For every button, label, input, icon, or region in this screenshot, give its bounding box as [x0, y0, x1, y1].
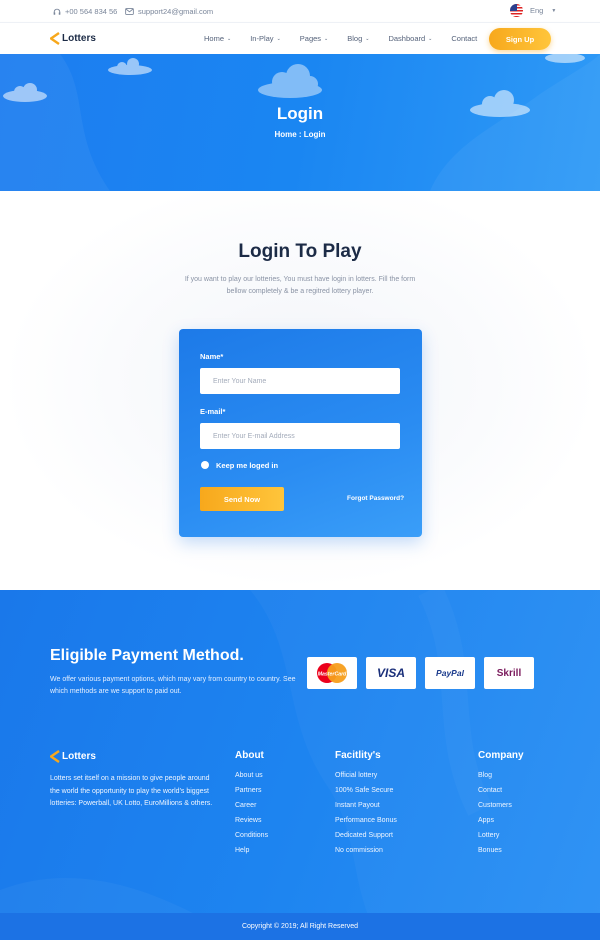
- email-input[interactable]: Enter Your E-mail Address: [200, 423, 400, 449]
- chevron-down-icon: ⌄: [428, 35, 433, 42]
- headset-icon: [53, 8, 61, 15]
- mastercard-icon: MasterCard: [317, 663, 347, 683]
- column-heading: About: [235, 750, 264, 761]
- language-label: Eng: [530, 6, 544, 15]
- chevron-down-icon: ⌄: [276, 35, 281, 42]
- site-footer: Eligible Payment Method. We offer variou…: [0, 590, 600, 940]
- column-heading: Facitlity's: [335, 750, 381, 761]
- site-logo[interactable]: Lotters: [50, 32, 96, 45]
- name-label: Name*: [200, 352, 224, 361]
- nav-label: Blog: [347, 34, 363, 43]
- footer-link[interactable]: Official lottery: [335, 772, 397, 787]
- email-text: support24@gmail.com: [138, 7, 214, 16]
- chevron-down-icon: ⌄: [365, 35, 370, 42]
- footer-column-about: About About us Partners Career Reviews C…: [235, 750, 268, 862]
- logo-text: Lotters: [62, 751, 96, 762]
- phone-text: +00 564 834 56: [65, 7, 118, 16]
- footer-link[interactable]: Bonues: [478, 847, 524, 862]
- footer-link[interactable]: Apps: [478, 817, 524, 832]
- footer-link[interactable]: About us: [235, 772, 268, 787]
- footer-link[interactable]: Contact: [478, 787, 524, 802]
- skrill-logo: Skrill: [484, 657, 534, 689]
- login-form: Name* Enter Your Name E-mail* Enter Your…: [179, 329, 422, 537]
- nav-item-contact[interactable]: Contact: [451, 34, 477, 43]
- visa-logo: VISA: [366, 657, 416, 689]
- copyright-bar: Copyright © 2019; All Right Reserved: [0, 913, 600, 940]
- footer-link[interactable]: 100% Safe Secure: [335, 787, 397, 802]
- remember-me-label[interactable]: Keep me loged in: [216, 461, 278, 470]
- us-flag-icon: [510, 4, 523, 17]
- breadcrumb[interactable]: Home : Login: [0, 130, 600, 139]
- footer-link[interactable]: Dedicated Support: [335, 832, 397, 847]
- nav-label: In-Play: [250, 34, 274, 43]
- forgot-password-link[interactable]: Forgot Password?: [347, 495, 404, 502]
- footer-link[interactable]: Instant Payout: [335, 802, 397, 817]
- nav-item-blog[interactable]: Blog ⌄: [347, 34, 369, 43]
- nav-label: Home: [204, 34, 225, 43]
- footer-link[interactable]: Customers: [478, 802, 524, 817]
- mail-icon: [125, 8, 134, 15]
- name-input[interactable]: Enter Your Name: [200, 368, 400, 394]
- logo-text: Lotters: [62, 33, 96, 44]
- logo-triangle-icon: [50, 750, 60, 763]
- footer-link[interactable]: Help: [235, 847, 268, 862]
- page-banner: Login Home : Login: [0, 54, 600, 191]
- payment-title: Eligible Payment Method.: [50, 647, 244, 664]
- login-intro: If you want to play our lotteries, You m…: [184, 276, 416, 295]
- language-selector[interactable]: Eng ▼: [510, 4, 556, 17]
- logo-triangle-icon: [50, 32, 60, 45]
- footer-link[interactable]: Blog: [478, 772, 524, 787]
- footer-column-facilities: Facitlity's Official lottery 100% Safe S…: [335, 750, 397, 862]
- chevron-down-icon: ⌄: [324, 35, 329, 42]
- nav-item-in-play[interactable]: In-Play ⌄: [250, 34, 281, 43]
- mastercard-logo: MasterCard: [307, 657, 357, 689]
- footer-link[interactable]: Career: [235, 802, 268, 817]
- email-contact[interactable]: support24@gmail.com: [125, 7, 213, 16]
- column-heading: Company: [478, 750, 524, 761]
- phone-contact[interactable]: +00 564 834 56: [53, 7, 117, 16]
- remember-me-checkbox[interactable]: [201, 461, 209, 469]
- nav-item-dashboard[interactable]: Dashboard ⌄: [388, 34, 432, 43]
- top-bar: +00 564 834 56 support24@gmail.com Eng ▼: [0, 0, 600, 22]
- footer-link[interactable]: Partners: [235, 787, 268, 802]
- mastercard-text: MasterCard: [318, 672, 347, 678]
- footer-link[interactable]: Reviews: [235, 817, 268, 832]
- paypal-logo: PayPal: [425, 657, 475, 689]
- footer-link[interactable]: No commission: [335, 847, 397, 862]
- footer-about-text: Lotters set itself on a mission to give …: [50, 775, 213, 807]
- login-heading: Login To Play: [238, 241, 362, 262]
- footer-link[interactable]: Conditions: [235, 832, 268, 847]
- sign-up-button[interactable]: Sign Up: [489, 28, 551, 50]
- nav-label: Dashboard: [388, 34, 426, 43]
- payment-description: We offer various payment options, which …: [50, 676, 296, 695]
- caret-down-icon: ▼: [551, 7, 557, 14]
- footer-column-company: Company Blog Contact Customers Apps Lott…: [478, 750, 524, 862]
- nav-menu: Home ⌄ In-Play ⌄ Pages ⌄ Blog ⌄ Dashboard ⌄ C…: [204, 34, 496, 43]
- nav-label: Pages: [299, 34, 322, 43]
- footer-logo[interactable]: Lotters: [50, 750, 96, 763]
- page-title: Login: [276, 104, 324, 123]
- send-now-button[interactable]: Send Now: [200, 487, 284, 511]
- login-section: Login To Play If you want to play our lo…: [0, 191, 600, 590]
- nav-item-pages[interactable]: Pages ⌄: [300, 34, 328, 43]
- main-navigation: Lotters Home ⌄ In-Play ⌄ Pages ⌄ Blog ⌄ Dash…: [0, 22, 600, 54]
- footer-link[interactable]: Performance Bonus: [335, 817, 397, 832]
- chevron-down-icon: ⌄: [227, 35, 232, 42]
- footer-link[interactable]: Lottery: [478, 832, 524, 847]
- nav-label: Contact: [451, 34, 478, 43]
- nav-item-home[interactable]: Home ⌄: [204, 34, 231, 43]
- email-label: E-mail*: [200, 407, 226, 416]
